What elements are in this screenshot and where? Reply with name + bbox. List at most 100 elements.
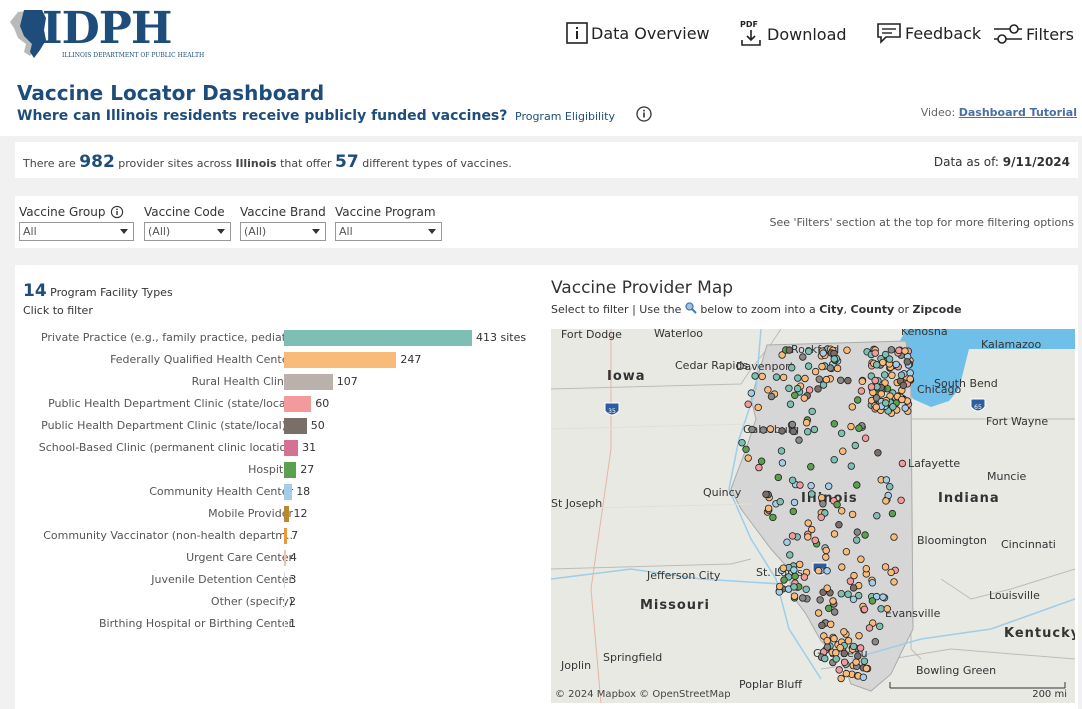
provider-marker[interactable] bbox=[861, 434, 870, 442]
provider-marker[interactable] bbox=[821, 654, 829, 663]
provider-marker[interactable] bbox=[772, 373, 781, 381]
provider-marker[interactable] bbox=[744, 454, 752, 462]
provider-marker[interactable] bbox=[840, 649, 848, 658]
provider-marker[interactable] bbox=[790, 566, 798, 574]
provider-marker[interactable] bbox=[808, 490, 816, 498]
data-overview-button[interactable]: Data Overview bbox=[566, 22, 710, 44]
provider-marker[interactable] bbox=[796, 481, 804, 489]
provider-marker[interactable] bbox=[847, 422, 855, 431]
provider-marker[interactable] bbox=[873, 511, 881, 520]
provider-marker[interactable] bbox=[788, 476, 797, 484]
provider-marker[interactable] bbox=[868, 579, 877, 587]
info-icon[interactable] bbox=[635, 105, 653, 123]
provider-marker[interactable] bbox=[804, 519, 812, 527]
provider-marker[interactable] bbox=[762, 490, 770, 498]
provider-marker[interactable] bbox=[795, 436, 803, 444]
provider-marker[interactable] bbox=[874, 449, 882, 457]
provider-marker[interactable] bbox=[833, 364, 842, 373]
provider-marker[interactable] bbox=[879, 593, 887, 601]
download-button[interactable]: PDF Download bbox=[740, 20, 847, 48]
provider-marker[interactable] bbox=[804, 533, 812, 541]
provider-marker[interactable] bbox=[758, 372, 766, 381]
provider-marker[interactable] bbox=[890, 533, 898, 541]
provider-marker[interactable] bbox=[823, 643, 832, 651]
provider-marker[interactable] bbox=[819, 500, 827, 508]
provider-marker[interactable] bbox=[881, 371, 889, 379]
provider-marker[interactable] bbox=[791, 391, 799, 400]
provider-marker[interactable] bbox=[819, 349, 827, 357]
provider-marker[interactable] bbox=[790, 498, 799, 507]
bar-category-label[interactable]: Birthing Hospital or Birthing Center bbox=[99, 617, 293, 630]
provider-marker[interactable] bbox=[800, 394, 808, 402]
provider-marker[interactable] bbox=[832, 655, 840, 663]
provider-marker[interactable] bbox=[788, 532, 797, 540]
provider-marker[interactable] bbox=[872, 403, 880, 411]
provider-marker[interactable] bbox=[854, 396, 862, 404]
bar[interactable] bbox=[284, 374, 333, 390]
provider-marker[interactable] bbox=[883, 605, 891, 613]
provider-marker[interactable] bbox=[815, 375, 823, 383]
provider-marker[interactable] bbox=[754, 403, 762, 412]
provider-marker[interactable] bbox=[804, 427, 812, 436]
provider-marker[interactable] bbox=[779, 564, 788, 572]
provider-marker[interactable] bbox=[808, 407, 816, 416]
bar-category-label[interactable]: School-Based Clinic (permanent clinic lo… bbox=[39, 441, 293, 454]
provider-marker[interactable] bbox=[795, 560, 804, 569]
provider-marker[interactable] bbox=[823, 637, 831, 645]
provider-marker[interactable] bbox=[805, 347, 813, 355]
provider-marker[interactable] bbox=[818, 362, 826, 371]
provider-marker[interactable] bbox=[738, 438, 746, 447]
provider-marker[interactable] bbox=[842, 669, 850, 678]
provider-marker[interactable] bbox=[868, 597, 877, 605]
provider-marker[interactable] bbox=[871, 376, 879, 385]
provider-marker[interactable] bbox=[804, 362, 813, 370]
bar-category-label[interactable]: Public Health Department Clinic (state/l… bbox=[48, 397, 293, 410]
provider-marker[interactable] bbox=[881, 563, 890, 571]
provider-marker[interactable] bbox=[789, 427, 797, 436]
vaccine-provider-map[interactable]: 35 70 65 Fort Dodge Waterloo Rockford Ke… bbox=[551, 329, 1075, 703]
provider-marker[interactable] bbox=[888, 371, 896, 379]
provider-marker[interactable] bbox=[862, 664, 871, 673]
provider-marker[interactable] bbox=[882, 497, 890, 505]
provider-marker[interactable] bbox=[898, 395, 906, 404]
provider-marker[interactable] bbox=[855, 632, 863, 640]
provider-marker[interactable] bbox=[787, 364, 796, 372]
provider-marker[interactable] bbox=[822, 546, 830, 555]
provider-marker[interactable] bbox=[744, 400, 752, 408]
bar[interactable] bbox=[284, 352, 397, 368]
provider-marker[interactable] bbox=[822, 375, 831, 384]
provider-marker[interactable] bbox=[790, 592, 799, 600]
provider-marker[interactable] bbox=[778, 427, 786, 435]
provider-marker[interactable] bbox=[853, 481, 861, 489]
provider-marker[interactable] bbox=[871, 638, 879, 646]
provider-marker[interactable] bbox=[886, 482, 894, 491]
provider-marker[interactable] bbox=[906, 369, 914, 377]
feedback-button[interactable]: Feedback bbox=[876, 22, 981, 44]
provider-marker[interactable] bbox=[873, 361, 881, 369]
provider-marker[interactable] bbox=[898, 459, 907, 468]
provider-marker[interactable] bbox=[827, 620, 835, 628]
bar[interactable] bbox=[284, 550, 286, 566]
provider-marker[interactable] bbox=[890, 578, 898, 586]
bar[interactable] bbox=[284, 594, 285, 610]
provider-marker[interactable] bbox=[799, 353, 807, 361]
provider-marker[interactable] bbox=[835, 520, 843, 529]
bar-category-label[interactable]: Rural Health Clinic bbox=[192, 375, 293, 388]
provider-marker[interactable] bbox=[810, 425, 819, 434]
bar-category-label[interactable]: Urgent Care Center bbox=[186, 551, 293, 564]
provider-marker[interactable] bbox=[853, 536, 861, 544]
vaccine-code-select[interactable]: (All) bbox=[144, 222, 231, 241]
provider-marker[interactable] bbox=[814, 609, 823, 617]
provider-marker[interactable] bbox=[901, 347, 909, 355]
provider-marker[interactable] bbox=[775, 582, 784, 591]
provider-marker[interactable] bbox=[860, 657, 869, 665]
bar-category-label[interactable]: Community Vaccinator (non-health departm… bbox=[43, 529, 293, 542]
provider-marker[interactable] bbox=[791, 572, 799, 580]
bar[interactable] bbox=[284, 528, 288, 544]
provider-marker[interactable] bbox=[755, 463, 763, 472]
provider-marker[interactable] bbox=[888, 509, 897, 518]
provider-marker[interactable] bbox=[774, 473, 782, 482]
bar-category-label[interactable]: Juvenile Detention Center bbox=[151, 573, 293, 586]
provider-marker[interactable] bbox=[852, 658, 860, 666]
idph-logo[interactable]: IDPH ILLINOIS DEPARTMENT OF PUBLIC HEALT… bbox=[4, 6, 204, 64]
